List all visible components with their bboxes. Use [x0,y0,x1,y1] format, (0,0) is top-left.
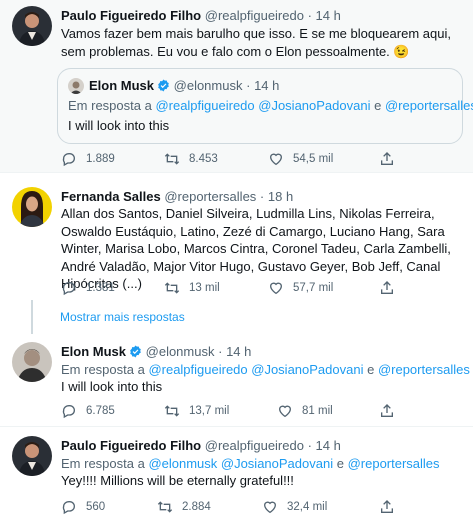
tweet-paulo-1[interactable]: Paulo Figueiredo Filho @realpfigueiredo … [0,0,473,172]
reply-mention[interactable]: @reportersalles [385,98,473,113]
reply-button[interactable]: 560 [61,499,105,515]
retweet-button[interactable]: 2.884 [157,499,211,515]
timestamp[interactable]: 14 h [316,8,341,23]
reply-context: Em resposta a @realpfigueiredo @JosianoP… [61,362,470,377]
retweet-count: 8.453 [189,153,218,165]
reply-button[interactable]: 6.785 [61,403,115,419]
like-button[interactable]: 32,4 mil [262,499,327,515]
retweet-count: 13 mil [189,282,220,294]
retweet-button[interactable]: 8.453 [164,151,218,167]
retweet-icon [164,405,180,417]
timestamp: 14 h [254,78,280,93]
reply-mentions[interactable]: @realpfigueiredo @JosianoPadovani [155,98,370,113]
author-name: Elon Musk [89,78,155,93]
reply-button[interactable]: 1.889 [61,151,115,167]
reply-icon [62,405,75,419]
show-more-replies-link[interactable]: Mostrar mais respostas [60,310,185,324]
author-handle[interactable]: @elonmusk [146,344,215,359]
reply-icon [62,282,75,296]
reply-count: 560 [86,501,106,513]
timestamp[interactable]: 14 h [316,438,341,453]
share-button[interactable] [379,403,395,419]
tweet-text: I will look into this [61,379,163,394]
retweet-count: 2.884 [182,501,211,513]
share-button[interactable] [379,151,395,167]
share-icon [381,404,393,417]
share-button[interactable] [379,280,395,296]
author-name[interactable]: Fernanda Salles [61,189,161,204]
tweet-text: I will look into this [68,118,170,133]
timestamp[interactable]: 14 h [226,344,251,359]
verified-badge-icon [130,345,141,358]
reply-icon [62,501,75,515]
like-button[interactable]: 57,7 mil [268,280,333,296]
retweet-icon [164,282,180,294]
tweet-elon[interactable]: Elon Musk @elonmusk · 14 h Em resposta a… [0,334,473,426]
timestamp[interactable]: 18 h [268,189,293,204]
tweet-paulo-2[interactable]: Paulo Figueiredo Filho @realpfigueiredo … [0,427,473,525]
retweet-icon [157,501,173,513]
author-name[interactable]: Paulo Figueiredo Filho [61,438,201,453]
avatar[interactable] [12,436,52,476]
like-button[interactable]: 54,5 mil [268,151,333,167]
avatar [68,78,84,94]
reply-count: 6.785 [86,405,115,417]
retweet-button[interactable]: 13,7 mil [164,403,229,419]
author-handle[interactable]: @reportersalles [164,189,256,204]
quoted-tweet[interactable]: Elon Musk @elonmusk · 14 h Em resposta a… [57,68,473,144]
reply-mention[interactable]: @reportersalles [348,456,440,471]
like-icon [278,405,292,418]
tweet-fernanda[interactable]: Fernanda Salles @reportersalles · 18 h A… [0,173,473,300]
like-icon [269,282,283,295]
like-count: 32,4 mil [287,501,328,513]
verified-badge-icon [158,79,169,92]
like-icon [263,501,277,514]
share-icon [381,500,393,513]
retweet-icon [164,153,180,165]
reply-context: Em resposta a @elonmusk @JosianoPadovani… [61,456,440,471]
like-count: 54,5 mil [293,153,334,165]
author-handle[interactable]: @realpfigueiredo [205,438,304,453]
share-icon [381,152,393,165]
author-name[interactable]: Paulo Figueiredo Filho [61,8,201,23]
author-handle: @elonmusk [173,78,243,93]
reply-count: 1.381 [86,282,115,294]
thread-line [31,300,33,334]
like-button[interactable]: 81 mil [277,403,333,419]
tweet-text: Yey!!!! Millions will be eternally grate… [61,473,294,488]
reply-button[interactable]: 1.381 [61,280,115,296]
reply-context: Em resposta a @realpfigueiredo @JosianoP… [68,98,473,114]
avatar[interactable] [12,342,52,382]
share-button[interactable] [379,499,395,515]
retweet-count: 13,7 mil [189,405,230,417]
reply-count: 1.889 [86,153,115,165]
reply-mention[interactable]: @reportersalles [378,362,470,377]
like-count: 57,7 mil [293,282,334,294]
like-count: 81 mil [302,405,333,417]
avatar[interactable] [12,6,52,46]
reply-icon [62,153,75,167]
author-name[interactable]: Elon Musk [61,344,126,359]
reply-mentions[interactable]: @realpfigueiredo @JosianoPadovani [148,362,363,377]
share-icon [381,281,393,294]
reply-mentions[interactable]: @elonmusk @JosianoPadovani [148,456,333,471]
tweet-text: Vamos fazer bem mais barulho que isso. E… [61,26,451,59]
retweet-button[interactable]: 13 mil [164,280,220,296]
avatar[interactable] [12,187,52,227]
like-icon [269,153,283,166]
author-handle[interactable]: @realpfigueiredo [205,8,304,23]
